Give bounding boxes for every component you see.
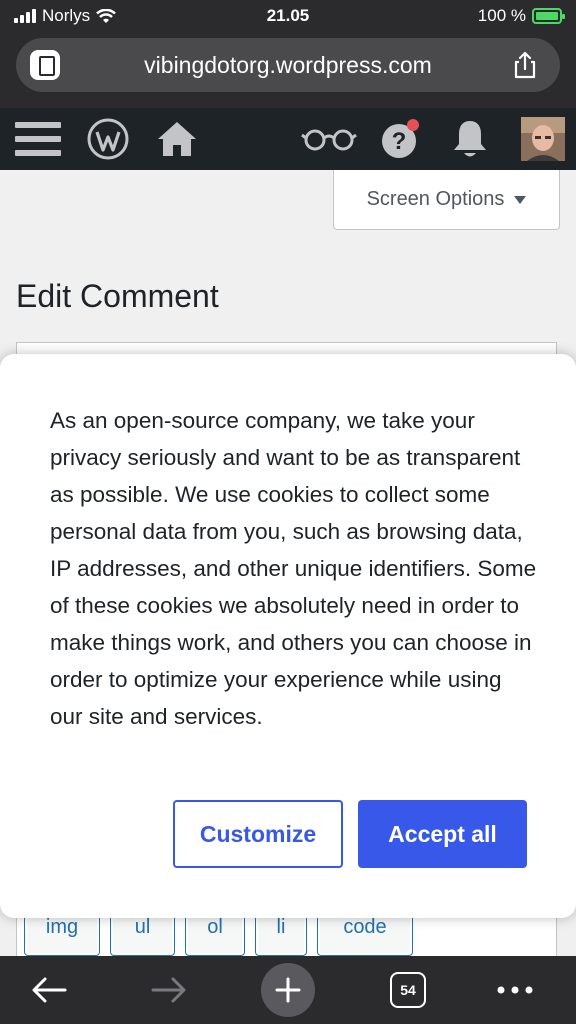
screen-options-button[interactable]: Screen Options (333, 170, 560, 230)
new-tab-button[interactable] (260, 956, 316, 1024)
svg-text:?: ? (392, 128, 407, 155)
accept-all-button[interactable]: Accept all (358, 800, 527, 868)
notification-dot (407, 119, 419, 131)
help-icon[interactable]: ? (376, 108, 422, 170)
battery-icon (532, 8, 565, 24)
back-arrow-icon[interactable] (24, 956, 74, 1024)
wordpress-icon[interactable] (84, 108, 132, 170)
bell-icon[interactable] (448, 108, 492, 170)
cookie-consent-banner: As an open-source company, we take your … (0, 354, 576, 918)
share-icon[interactable] (510, 50, 540, 80)
tab-count: 54 (390, 972, 426, 1008)
wp-admin-bar: ? (0, 108, 576, 170)
battery-label: 100 % (477, 6, 526, 25)
url-text[interactable]: vibingdotorg.wordpress.com (76, 38, 500, 92)
plus-icon (275, 977, 301, 1003)
cookie-consent-text: As an open-source company, we take your … (50, 408, 537, 729)
browser-bottom-toolbar: 54 (0, 956, 576, 1024)
screen-options-label: Screen Options (366, 188, 505, 210)
customize-button[interactable]: Customize (173, 800, 343, 868)
caret-down-icon (514, 195, 527, 204)
more-icon[interactable] (490, 956, 540, 1024)
reader-mode-icon[interactable] (30, 50, 60, 80)
glasses-icon[interactable] (300, 108, 358, 170)
address-bar[interactable]: vibingdotorg.wordpress.com (16, 38, 560, 92)
status-bar: Norlys 21.05 100 % (0, 0, 576, 34)
avatar[interactable] (520, 108, 566, 170)
page-title: Edit Comment (16, 278, 219, 314)
tabs-button[interactable]: 54 (386, 956, 430, 1024)
browser-top-chrome: Norlys 21.05 100 % vibingdotorg.wordpres… (0, 0, 576, 108)
forward-arrow-icon[interactable] (144, 956, 194, 1024)
home-icon[interactable] (154, 108, 200, 170)
menu-icon[interactable] (14, 108, 62, 170)
